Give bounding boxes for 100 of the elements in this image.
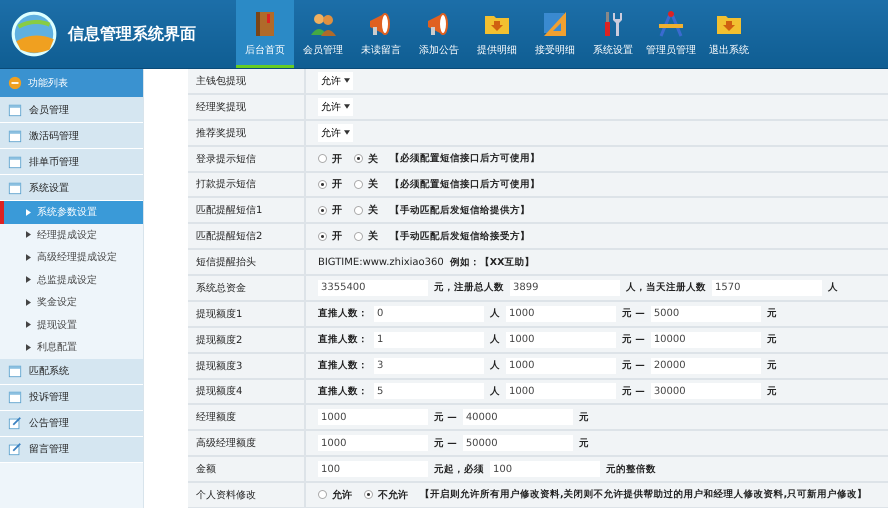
setting-label: 提现额度3 xyxy=(188,354,306,378)
nav-tab[interactable]: 未读留言 xyxy=(352,0,410,68)
field-text: 直推人数： xyxy=(318,359,368,372)
radio-button[interactable] xyxy=(364,490,373,500)
circle-icon xyxy=(8,76,22,90)
radio-option[interactable]: 开 xyxy=(318,229,342,244)
radio-option[interactable]: 关 xyxy=(354,229,378,244)
caret-icon xyxy=(344,130,350,136)
select-dropdown[interactable]: 允许 xyxy=(318,72,353,90)
nav-tab[interactable]: 系统设置 xyxy=(584,0,642,68)
nav-tab[interactable]: 后台首页 xyxy=(236,0,294,68)
input-field[interactable]: 1570 xyxy=(712,280,822,296)
calendar-icon xyxy=(8,390,22,404)
input-field[interactable]: 5000 xyxy=(650,306,761,322)
radio-button[interactable] xyxy=(354,206,363,215)
field-text: 元 — xyxy=(622,333,645,346)
sidebar-subitem[interactable]: 利息配置 xyxy=(0,336,143,358)
radio-option[interactable]: 关 xyxy=(354,152,378,166)
edit-icon xyxy=(8,416,22,430)
radio-button[interactable] xyxy=(318,154,327,164)
radio-option[interactable]: 开 xyxy=(318,152,342,166)
radio-option[interactable]: 关 xyxy=(354,203,378,218)
field-text: 【手动匹配后发短信给提供方】 xyxy=(390,204,530,217)
input-field[interactable]: 20000 xyxy=(650,358,761,374)
radio-button[interactable] xyxy=(354,180,363,189)
field-text: 元 xyxy=(766,333,777,346)
edit-icon xyxy=(8,442,22,456)
nav-tab[interactable]: 添加公告 xyxy=(410,0,468,68)
nav-tab[interactable]: 退出系统 xyxy=(700,0,758,68)
setting-label: 匹配提醒短信2 xyxy=(188,224,306,248)
field-text: 元 — xyxy=(434,436,457,450)
input-field[interactable]: 1000 xyxy=(318,409,428,426)
radio-option[interactable]: 开 xyxy=(318,203,342,218)
sidebar-item[interactable]: 排单币管理 xyxy=(0,149,143,175)
nav-tab[interactable]: 管理员管理 xyxy=(642,0,700,68)
sidebar-subitem[interactable]: 奖金设定 xyxy=(0,291,143,314)
calendar-icon xyxy=(8,364,22,378)
input-field[interactable]: 3 xyxy=(374,358,484,374)
field-text: 直推人数： xyxy=(318,384,368,398)
setting-label: 高级经理额度 xyxy=(188,431,306,456)
radio-option[interactable]: 允许 xyxy=(318,488,352,502)
field-text: 元 xyxy=(766,359,777,372)
field-text: 【必须配置短信接口后方可使用】 xyxy=(390,152,540,166)
sidebar-subitem[interactable]: 总监提成设定 xyxy=(0,268,143,291)
radio-button[interactable] xyxy=(354,232,363,241)
radio-button[interactable] xyxy=(354,154,363,164)
sidebar-subitem[interactable]: 经理提成设定 xyxy=(0,224,143,246)
nav-tab[interactable]: 接受明细 xyxy=(526,0,584,68)
drafting-tools-icon xyxy=(656,8,686,38)
setting-label: 金额 xyxy=(188,457,306,481)
radio-option[interactable]: 开 xyxy=(318,177,342,192)
select-dropdown[interactable]: 允许 xyxy=(318,98,353,116)
input-field[interactable]: 100 xyxy=(490,461,600,478)
radio-option[interactable]: 关 xyxy=(354,177,378,192)
setting-label: 匹配提醒短信1 xyxy=(188,198,306,222)
input-field[interactable]: 1 xyxy=(374,332,484,348)
sidebar-item[interactable]: 留言管理 xyxy=(0,436,143,462)
nav-tab[interactable]: 会员管理 xyxy=(294,0,352,68)
calendar-icon xyxy=(8,180,22,194)
input-field[interactable]: 1000 xyxy=(506,332,616,348)
input-field[interactable]: 3899 xyxy=(510,280,620,296)
radio-button[interactable] xyxy=(318,490,327,500)
input-field[interactable]: 40000 xyxy=(462,409,573,426)
radio-button[interactable] xyxy=(318,232,327,241)
field-text: 元起，必须 xyxy=(434,462,484,476)
input-field[interactable]: 5 xyxy=(374,383,484,400)
input-field[interactable]: 50000 xyxy=(462,435,573,452)
sidebar-subitem[interactable]: 高级经理提成设定 xyxy=(0,246,143,268)
sidebar-item[interactable]: 系统设置 xyxy=(0,175,143,201)
setting-label: 打款提示短信 xyxy=(188,172,306,196)
field-text: 元 — xyxy=(622,359,645,372)
input-field[interactable]: 1000 xyxy=(506,306,616,322)
input-field[interactable]: 100 xyxy=(318,461,428,478)
input-field[interactable]: 3355400 xyxy=(318,280,428,296)
select-dropdown[interactable]: 允许 xyxy=(318,124,353,142)
sidebar-subitem[interactable]: 提现设置 xyxy=(0,314,143,336)
field-text: 元 — xyxy=(622,307,645,320)
field-text: 人 xyxy=(490,359,500,372)
setting-label: 经理奖提现 xyxy=(188,94,306,119)
sidebar-item[interactable]: 投诉管理 xyxy=(0,384,143,410)
caret-icon xyxy=(344,104,350,110)
input-field[interactable]: 30000 xyxy=(650,383,761,400)
radio-option[interactable]: 不允许 xyxy=(364,488,408,502)
input-field[interactable]: 0 xyxy=(374,306,484,322)
triangle-icon xyxy=(26,231,31,238)
sidebar-item[interactable]: 匹配系统 xyxy=(0,358,143,384)
triangle-icon xyxy=(26,298,31,306)
input-field[interactable]: 1000 xyxy=(506,358,616,374)
nav-tab[interactable]: 提供明细 xyxy=(468,0,526,68)
sidebar-item[interactable]: 会员管理 xyxy=(0,97,143,123)
input-field[interactable]: 10000 xyxy=(650,332,761,348)
radio-button[interactable] xyxy=(318,180,327,189)
field-text: 【开启则允许所有用户修改资料,关闭则不允许提供帮助过的用户和经理人修改资料,只可新用户修改】 xyxy=(420,488,868,502)
setting-label: 系统总资金 xyxy=(188,276,306,300)
triangle-icon xyxy=(26,254,31,261)
input-field[interactable]: 1000 xyxy=(318,435,428,452)
sidebar-item[interactable]: 公告管理 xyxy=(0,410,143,436)
input-field[interactable]: 1000 xyxy=(506,383,616,400)
radio-button[interactable] xyxy=(318,206,327,215)
sidebar-item[interactable]: 激活码管理 xyxy=(0,123,143,149)
